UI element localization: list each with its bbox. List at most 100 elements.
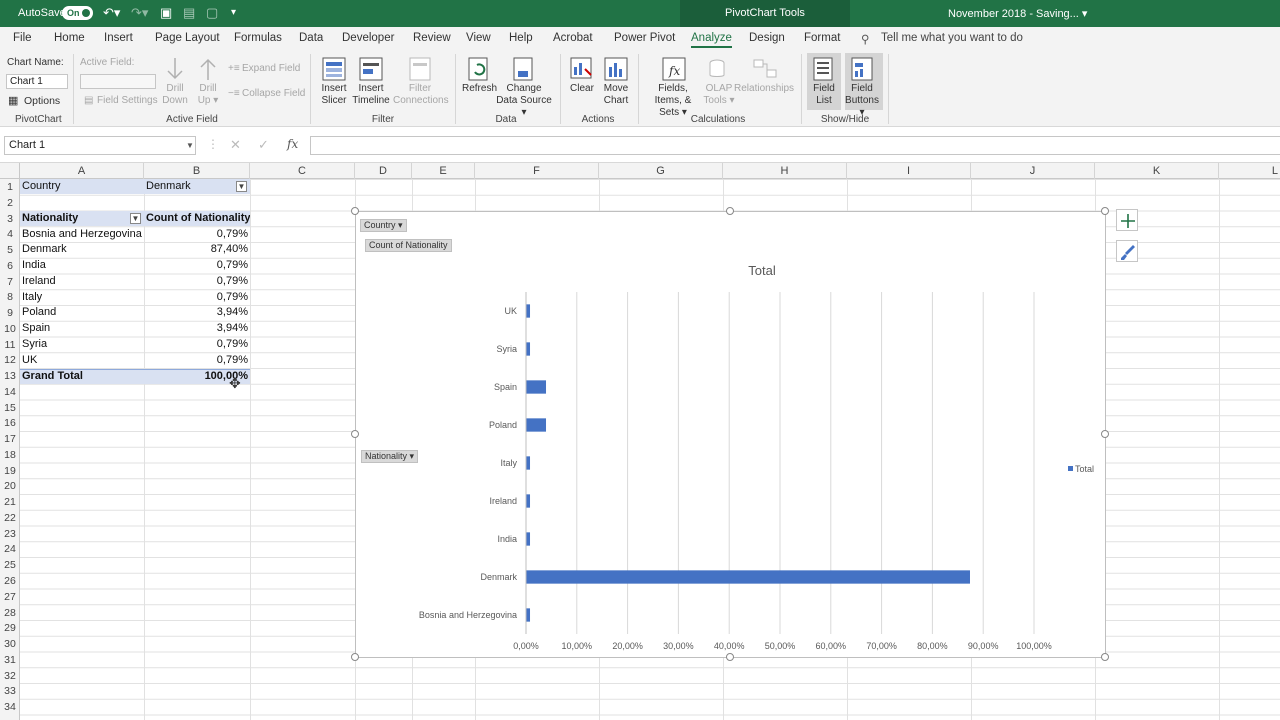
tab-review[interactable]: Review [413,32,451,44]
table-row-value[interactable]: 0,79% [144,274,250,289]
column-header-l[interactable]: L [1219,163,1280,179]
table-row-value[interactable]: 0,79% [144,258,250,273]
chart-elements-button[interactable] [1116,209,1138,231]
tab-file[interactable]: File [13,32,32,44]
table-row-value[interactable]: 3,94% [144,305,250,320]
grand-total-label[interactable]: Grand Total [20,369,144,384]
table-row-value[interactable]: 0,79% [144,227,250,242]
row-header[interactable]: 33 [0,683,20,699]
row-header[interactable]: 22 [0,510,20,526]
options-icon[interactable]: ▦ [8,95,18,107]
row-header[interactable]: 20 [0,478,20,494]
drill-up-button[interactable]: Drill Up ▾ [195,83,221,107]
row-header[interactable]: 2 [0,195,20,211]
row-header[interactable]: 28 [0,605,20,621]
row-header[interactable]: 7 [0,274,20,290]
tab-formulas[interactable]: Formulas [234,32,282,44]
row-header[interactable]: 19 [0,463,20,479]
filter-connections-button[interactable]: Filter Connections [393,83,449,107]
resize-handle[interactable] [351,653,359,661]
table-row-value[interactable]: 87,40% [144,242,250,257]
column-header-h[interactable]: H [723,163,847,179]
select-all-corner[interactable] [0,163,20,179]
formula-input[interactable] [310,136,1280,155]
filter-applied-icon[interactable]: ▼ [236,181,247,192]
resize-handle[interactable] [1101,430,1109,438]
row-header[interactable]: 11 [0,337,20,353]
table-row-label[interactable]: India [20,258,144,273]
clear-button[interactable]: Clear [568,83,596,95]
name-box[interactable]: Chart 1 [4,136,196,155]
country-field-button[interactable]: Country ▾ [360,219,407,232]
field-settings-button[interactable]: Field Settings [97,95,158,107]
document-title[interactable]: November 2018 - Saving... ▾ [948,7,1087,20]
options-button[interactable]: Options [24,95,60,107]
insert-timeline-button[interactable]: Insert Timeline [352,83,390,107]
row-header[interactable]: 12 [0,352,20,368]
row-header[interactable]: 14 [0,384,20,400]
column-header-j[interactable]: J [971,163,1095,179]
row-header[interactable]: 3 [0,211,20,227]
cancel-icon[interactable]: ✕ [230,137,241,153]
table-row-label[interactable]: Syria [20,337,144,352]
column-header-i[interactable]: I [847,163,971,179]
tab-acrobat[interactable]: Acrobat [553,32,593,44]
row-header[interactable]: 18 [0,447,20,463]
column-header-e[interactable]: E [412,163,475,179]
olap-tools-button[interactable]: OLAP Tools ▾ [703,83,735,107]
row-header[interactable]: 13 [0,368,20,384]
tab-view[interactable]: View [466,32,491,44]
tell-me-search[interactable]: Tell me what you want to do [881,32,1023,44]
row-header[interactable]: 5 [0,242,20,258]
filter-value-cell[interactable]: Denmark [144,179,236,194]
row-header[interactable]: 6 [0,258,20,274]
table-row-value[interactable]: 0,79% [144,337,250,352]
tab-developer[interactable]: Developer [342,32,394,44]
row-header[interactable]: 1 [0,179,20,195]
table-row-value[interactable]: 0,79% [144,290,250,305]
column-header-k[interactable]: K [1095,163,1219,179]
value-field-button[interactable]: Count of Nationality [365,239,452,252]
table-row-label[interactable]: UK [20,353,144,368]
row-header[interactable]: 9 [0,305,20,321]
table-row-label[interactable]: Bosnia and Herzegovina [20,227,144,242]
resize-handle[interactable] [351,207,359,215]
undo-icon[interactable]: ↶▾ [103,5,120,21]
autosave-toggle[interactable]: On [62,6,93,20]
column-header-d[interactable]: D [355,163,412,179]
resize-handle[interactable] [1101,207,1109,215]
row-header[interactable]: 24 [0,541,20,557]
row-header[interactable]: 17 [0,431,20,447]
expand-field-button[interactable]: Expand Field [242,63,300,75]
table-row-value[interactable]: 0,79% [144,353,250,368]
row-header[interactable]: 26 [0,573,20,589]
camera-icon[interactable]: ▢ [206,5,218,21]
redo-icon[interactable]: ↷▾ [131,5,148,21]
row-header[interactable]: 10 [0,321,20,337]
table-row-label[interactable]: Poland [20,305,144,320]
resize-handle[interactable] [726,207,734,215]
table-row-label[interactable]: Spain [20,321,144,336]
column-header-g[interactable]: G [599,163,723,179]
move-chart-button[interactable]: Move Chart [600,83,632,107]
name-box-dropdown-icon[interactable]: ▼ [186,141,194,150]
insert-slicer-button[interactable]: Insert Slicer [318,83,350,107]
tab-format[interactable]: Format [804,32,840,44]
form-icon[interactable]: ▤ [183,5,195,21]
row-header[interactable]: 4 [0,226,20,242]
relationships-button[interactable]: Relationships [734,83,794,95]
tab-design[interactable]: Design [749,32,785,44]
axis-field-button[interactable]: Nationality ▾ [361,450,419,463]
row-header[interactable]: 29 [0,620,20,636]
field-settings-icon[interactable]: ▤ [84,95,93,107]
collapse-field-button[interactable]: Collapse Field [242,88,305,100]
row-header[interactable]: 25 [0,557,20,573]
row-header[interactable]: 16 [0,415,20,431]
tab-help[interactable]: Help [509,32,533,44]
resize-handle[interactable] [351,430,359,438]
table-row-value[interactable]: 3,94% [144,321,250,336]
row-header[interactable]: 34 [0,699,20,715]
field-list-button[interactable]: Field List [808,83,840,107]
row-header[interactable]: 27 [0,589,20,605]
row-label-filter-icon[interactable]: ▼ [130,213,141,224]
